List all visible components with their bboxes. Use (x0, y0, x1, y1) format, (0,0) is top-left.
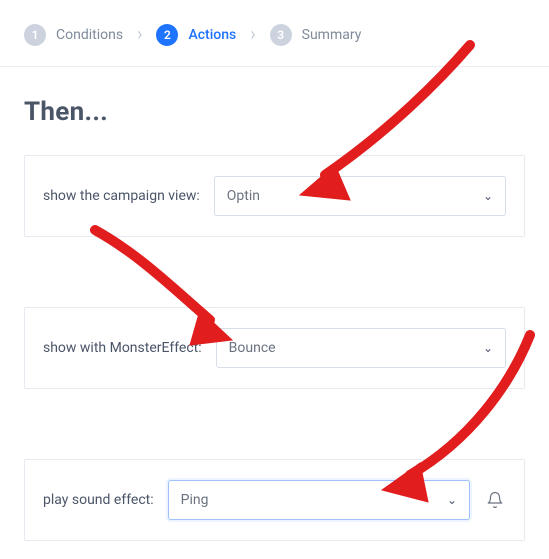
action-row-sound-effect: play sound effect: Ping ⌄ (24, 459, 525, 541)
action-row-monstereffect: show with MonsterEffect: Bounce ⌄ (24, 307, 525, 389)
campaign-view-select[interactable]: Optin ⌄ (214, 176, 506, 216)
step-number: 1 (24, 24, 46, 46)
monstereffect-select[interactable]: Bounce ⌄ (216, 328, 506, 368)
step-label: Conditions (56, 27, 123, 43)
sound-effect-select[interactable]: Ping ⌄ (168, 480, 470, 520)
step-actions[interactable]: 2 Actions (156, 24, 236, 46)
step-label: Actions (188, 27, 236, 43)
step-summary[interactable]: 3 Summary (270, 24, 362, 46)
row-label: show with MonsterEffect: (43, 340, 202, 356)
row-label: play sound effect: (43, 492, 154, 508)
chevron-right-icon: › (250, 26, 255, 44)
chevron-down-icon: ⌄ (483, 189, 493, 203)
select-value: Optin (227, 188, 260, 204)
bell-icon[interactable] (484, 491, 506, 509)
step-conditions[interactable]: 1 Conditions (24, 24, 123, 46)
step-label: Summary (302, 27, 362, 43)
action-row-campaign-view: show the campaign view: Optin ⌄ (24, 155, 525, 237)
select-value: Ping (181, 492, 209, 508)
select-value: Bounce (229, 340, 276, 356)
step-number: 3 (270, 24, 292, 46)
row-label: show the campaign view: (43, 188, 200, 204)
section-heading: Then... (24, 97, 525, 127)
chevron-down-icon: ⌄ (447, 493, 457, 507)
step-number: 2 (156, 24, 178, 46)
wizard-steps: 1 Conditions › 2 Actions › 3 Summary (0, 0, 549, 67)
chevron-right-icon: › (137, 26, 142, 44)
chevron-down-icon: ⌄ (483, 341, 493, 355)
